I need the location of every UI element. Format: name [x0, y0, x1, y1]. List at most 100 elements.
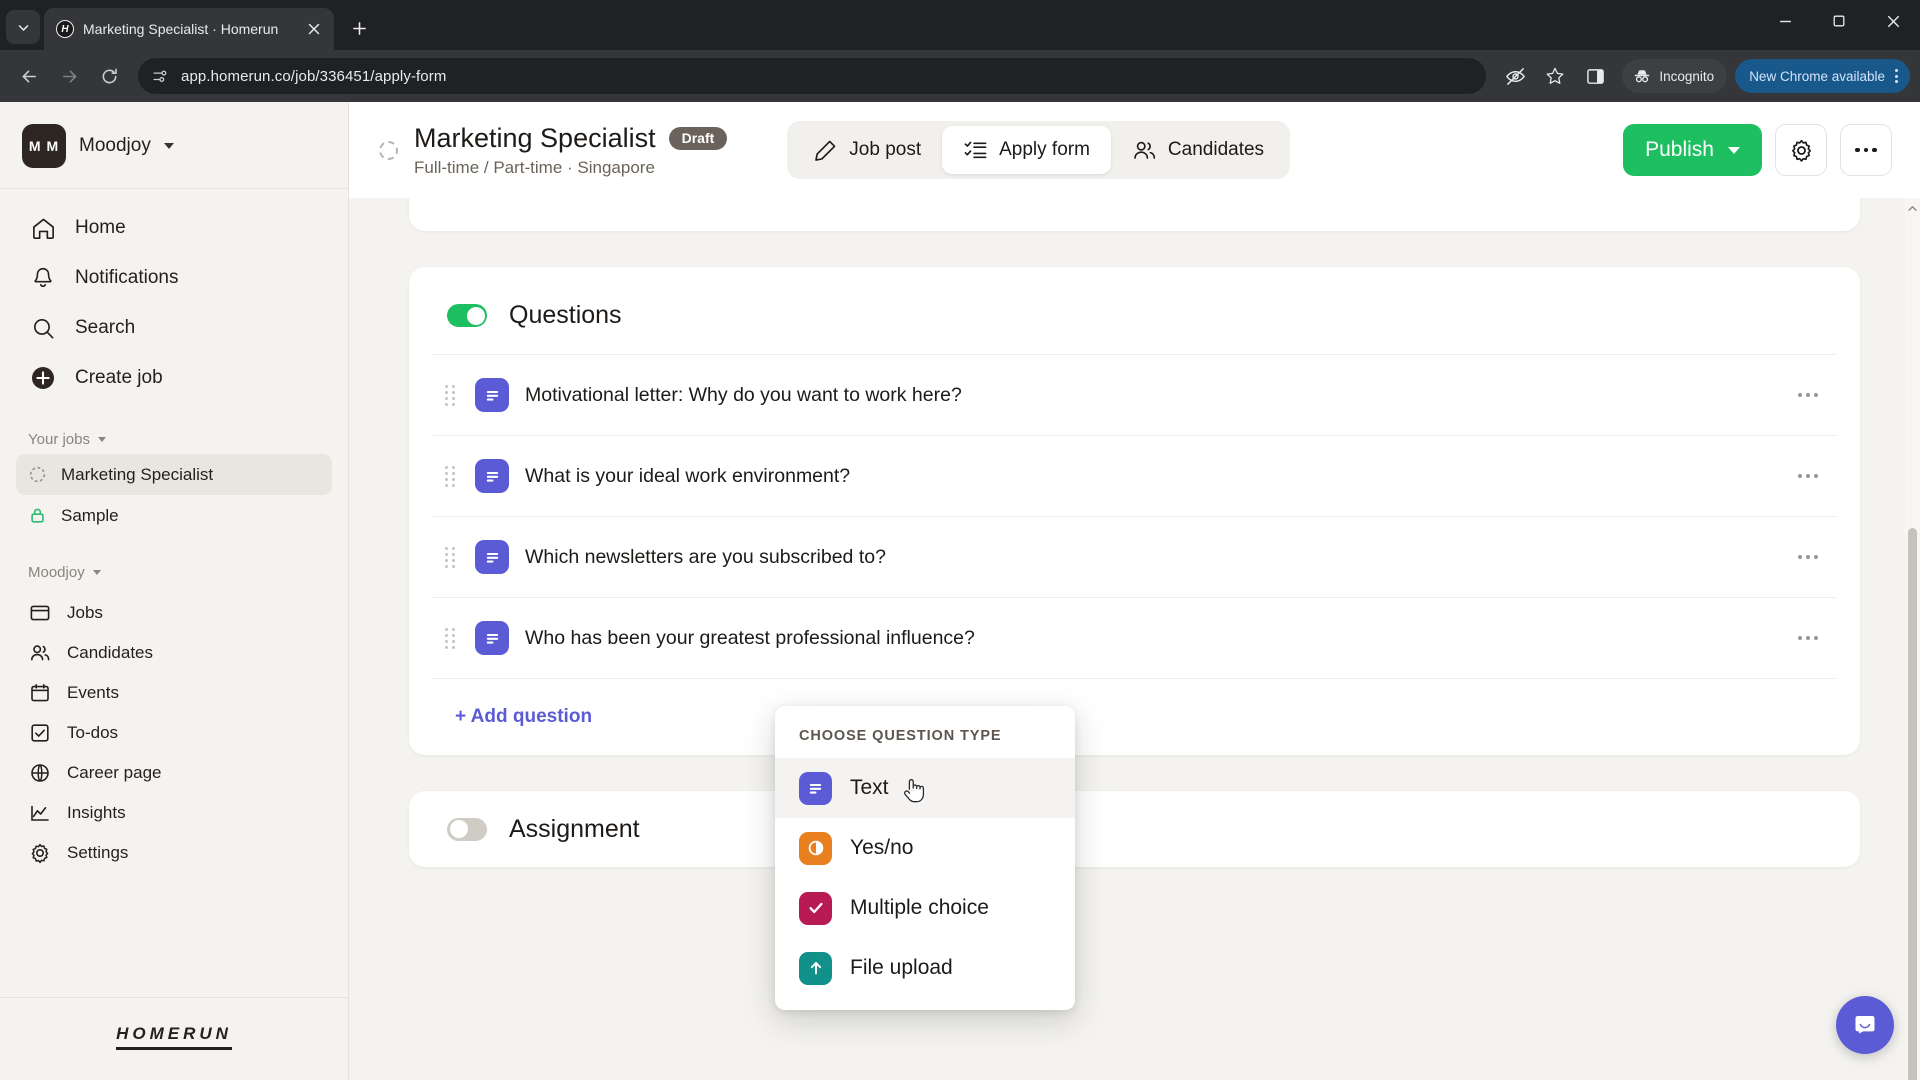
publish-button[interactable]: Publish	[1623, 124, 1762, 176]
close-icon[interactable]	[304, 19, 324, 39]
sidebar-primary-nav: Home Notifications Search Create job	[0, 189, 348, 403]
side-panel-icon[interactable]	[1576, 57, 1614, 95]
browser-window: H Marketing Specialist · Homerun app.hom…	[0, 0, 1920, 1080]
gear-icon	[28, 841, 52, 865]
pencil-icon	[813, 138, 838, 163]
dropdown-item-label: Yes/no	[850, 836, 914, 859]
tab-title: Marketing Specialist · Homerun	[83, 21, 279, 37]
new-tab-button[interactable]	[342, 11, 376, 45]
maximize-icon[interactable]	[1812, 0, 1866, 42]
sidebar-item-insights[interactable]: Insights	[16, 793, 332, 833]
sidebar-item-sample[interactable]: Sample	[16, 495, 332, 536]
question-row[interactable]: Which newsletters are you subscribed to?	[433, 517, 1836, 598]
drag-handle-icon[interactable]	[445, 465, 459, 487]
tab-apply-form[interactable]: Apply form	[942, 126, 1111, 174]
question-menu-icon[interactable]	[1798, 393, 1818, 397]
browser-tab[interactable]: H Marketing Specialist · Homerun	[44, 8, 334, 50]
dropdown-item-text[interactable]: Text	[775, 758, 1075, 818]
dropdown-item-yes-no[interactable]: Yes/no	[775, 818, 1075, 878]
tab-search-chevron-icon[interactable]	[6, 10, 40, 44]
minimize-icon[interactable]	[1758, 0, 1812, 42]
site-settings-icon[interactable]	[152, 68, 169, 85]
bell-icon	[28, 263, 58, 293]
forward-icon[interactable]	[50, 57, 88, 95]
job-label: Sample	[61, 505, 119, 525]
address-bar[interactable]: app.homerun.co/job/336451/apply-form	[138, 58, 1487, 94]
sidebar-item-settings[interactable]: Settings	[16, 833, 332, 873]
question-menu-icon[interactable]	[1798, 636, 1818, 640]
question-menu-icon[interactable]	[1798, 474, 1818, 478]
intercom-launcher[interactable]	[1836, 996, 1894, 1054]
people-icon	[28, 641, 52, 665]
drag-handle-icon[interactable]	[445, 627, 459, 649]
sidebar-item-career-page[interactable]: Career page	[16, 753, 332, 793]
tab-candidates[interactable]: Candidates	[1111, 126, 1285, 174]
homerun-favicon-icon: H	[56, 20, 74, 38]
question-row[interactable]: Motivational letter: Why do you want to …	[433, 355, 1836, 436]
question-text: What is your ideal work environment?	[525, 464, 851, 487]
tracking-protection-icon[interactable]	[1496, 57, 1534, 95]
bookmark-star-icon[interactable]	[1536, 57, 1574, 95]
homerun-logo: HOMERUN	[116, 1024, 232, 1050]
sidebar-org-nav: Jobs Candidates Events To-dos Career pag…	[0, 593, 348, 873]
sidebar-your-jobs-group: Your jobs Marketing Specialist Sample	[0, 423, 348, 536]
incognito-indicator[interactable]: Incognito	[1622, 59, 1728, 93]
chevron-down-icon	[1728, 146, 1740, 154]
search-icon	[28, 313, 58, 343]
browser-tabstrip: H Marketing Specialist · Homerun	[0, 0, 1920, 50]
more-options-button[interactable]	[1840, 124, 1892, 176]
half-circle-icon	[799, 831, 832, 865]
dropdown-item-file-upload[interactable]: File upload	[775, 938, 1075, 998]
settings-button[interactable]	[1775, 124, 1827, 176]
drag-handle-icon[interactable]	[445, 546, 459, 568]
assignment-toggle[interactable]	[447, 817, 487, 841]
dropdown-item-label: File upload	[850, 956, 953, 979]
sidebar-item-events[interactable]: Events	[16, 673, 332, 713]
scroll-up-arrow-icon[interactable]	[1905, 200, 1920, 216]
add-question-button[interactable]: + Add question	[455, 706, 592, 728]
sidebar-footer: HOMERUN	[0, 997, 348, 1080]
workspace-switcher[interactable]: M M Moodjoy	[22, 124, 326, 168]
ellipsis-icon	[1855, 147, 1877, 153]
sidebar-item-jobs[interactable]: Jobs	[16, 593, 332, 633]
add-question-row: + Add question	[433, 679, 1836, 755]
questions-toggle[interactable]	[447, 304, 487, 327]
close-window-icon[interactable]	[1866, 0, 1920, 42]
status-badge: Draft	[668, 126, 728, 150]
dropdown-item-label: Multiple choice	[850, 896, 989, 919]
sidebar-item-create-job[interactable]: Create job	[16, 353, 332, 403]
sidebar-item-todos[interactable]: To-dos	[16, 713, 332, 753]
checkbox-icon	[28, 721, 52, 745]
calendar-icon	[28, 681, 52, 705]
sidebar-item-notifications[interactable]: Notifications	[16, 253, 332, 303]
dropdown-item-multiple-choice[interactable]: Multiple choice	[775, 878, 1075, 938]
toolbar-right-actions: Incognito New Chrome available	[1496, 57, 1910, 95]
sidebar-item-search[interactable]: Search	[16, 303, 332, 353]
dropdown-heading: CHOOSE QUESTION TYPE	[799, 728, 1002, 744]
nav-label: To-dos	[67, 723, 119, 742]
drag-handle-icon[interactable]	[445, 384, 459, 406]
back-icon[interactable]	[10, 57, 48, 95]
tab-label: Candidates	[1167, 139, 1265, 160]
reload-icon[interactable]	[90, 57, 128, 95]
your-jobs-toggle[interactable]: Your jobs	[16, 423, 332, 454]
org-toggle[interactable]: Moodjoy	[16, 556, 332, 587]
text-icon	[475, 378, 509, 412]
question-row[interactable]: What is your ideal work environment?	[433, 436, 1836, 517]
education-field-row[interactable]: Education, Work experience	[409, 198, 1860, 205]
scrollbar-thumb[interactable]	[1908, 528, 1917, 1080]
sidebar-item-home[interactable]: Home	[16, 203, 332, 253]
chrome-update-button[interactable]: New Chrome available	[1735, 59, 1910, 93]
question-menu-icon[interactable]	[1798, 555, 1818, 559]
check-icon	[799, 891, 832, 925]
sidebar-item-marketing-specialist[interactable]: Marketing Specialist	[16, 454, 332, 495]
vertical-scrollbar[interactable]	[1905, 198, 1920, 1080]
nav-label: Settings	[67, 843, 129, 862]
browser-menu-icon[interactable]	[1889, 69, 1904, 83]
sidebar-item-candidates[interactable]: Candidates	[16, 633, 332, 673]
tab-job-post[interactable]: Job post	[792, 126, 942, 174]
page-viewport: M M Moodjoy Home Notifications Search Cr…	[0, 102, 1920, 1080]
sidebar-item-label: Notifications	[75, 267, 179, 288]
question-row[interactable]: Who has been your greatest professional …	[433, 598, 1836, 679]
chevron-down-icon[interactable]	[163, 143, 174, 149]
